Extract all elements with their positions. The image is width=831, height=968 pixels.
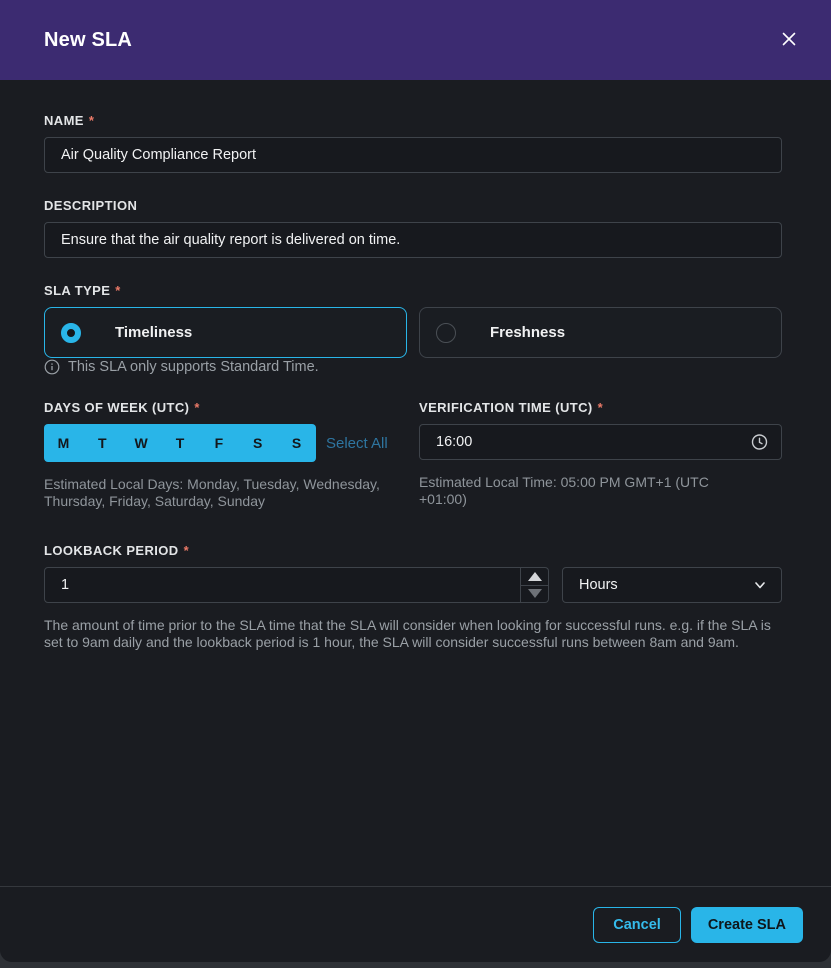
arrow-up-icon: [528, 572, 542, 581]
chevron-down-icon: [753, 578, 767, 592]
modal-header: New SLA: [0, 0, 831, 80]
modal-footer: Cancel Create SLA: [0, 886, 831, 962]
day-toggle-saturday[interactable]: S: [238, 424, 277, 462]
close-button[interactable]: [777, 28, 801, 52]
lookback-value-input[interactable]: [44, 567, 521, 603]
estimated-local-time-text: Estimated Local Time: 05:00 PM GMT+1 (UT…: [419, 474, 759, 508]
day-toggle-sunday[interactable]: S: [277, 424, 316, 462]
lookback-row: Hours: [44, 567, 782, 603]
name-label: NAME *: [44, 113, 782, 128]
sla-type-option-freshness[interactable]: Freshness: [419, 307, 782, 358]
lookback-unit-select[interactable]: Hours: [562, 567, 782, 603]
required-asterisk: *: [184, 543, 189, 558]
verification-time-wrap: [419, 424, 782, 460]
info-icon: [44, 359, 60, 375]
cancel-button[interactable]: Cancel: [593, 907, 681, 943]
radio-unselected-icon: [436, 323, 456, 343]
create-sla-button[interactable]: Create SLA: [691, 907, 803, 943]
new-sla-modal: New SLA NAME * DESCRIPTION SLA TYPE: [0, 0, 831, 962]
description-label: DESCRIPTION: [44, 198, 782, 213]
day-toggle-thursday[interactable]: T: [161, 424, 200, 462]
day-toggle-friday[interactable]: F: [199, 424, 238, 462]
lookback-field-group: LOOKBACK PERIOD * Hours: [44, 543, 782, 651]
sla-type-option-timeliness[interactable]: Timeliness: [44, 307, 407, 358]
day-toggle-wednesday[interactable]: W: [122, 424, 161, 462]
description-field-group: DESCRIPTION: [44, 198, 782, 258]
lookback-help-text: The amount of time prior to the SLA time…: [44, 617, 782, 651]
stepper-up-button[interactable]: [521, 568, 548, 586]
verification-time-label: VERIFICATION TIME (UTC) *: [419, 400, 782, 415]
description-input[interactable]: [44, 222, 782, 258]
lookback-unit-value: Hours: [579, 577, 618, 593]
days-of-week-label: DAYS OF WEEK (UTC) *: [44, 400, 407, 415]
required-asterisk: *: [598, 400, 603, 415]
day-toggle-tuesday[interactable]: T: [83, 424, 122, 462]
modal-title: New SLA: [44, 29, 132, 52]
select-all-button[interactable]: Select All: [326, 435, 388, 452]
sla-type-field-group: SLA TYPE * Timeliness Freshness: [44, 283, 782, 358]
arrow-down-icon: [528, 589, 542, 598]
verification-time-group: VERIFICATION TIME (UTC) * Estimated Loca…: [419, 400, 782, 510]
clock-icon[interactable]: [751, 434, 768, 451]
day-toggle-bar: M T W T F S S: [44, 424, 316, 462]
schedule-row: DAYS OF WEEK (UTC) * M T W T F S S Selec…: [44, 400, 782, 510]
days-of-week-group: DAYS OF WEEK (UTC) * M T W T F S S Selec…: [44, 400, 407, 510]
name-field-group: NAME *: [44, 113, 782, 173]
required-asterisk: *: [194, 400, 199, 415]
stepper-down-button[interactable]: [521, 586, 548, 603]
required-asterisk: *: [89, 113, 94, 128]
sla-type-label: SLA TYPE *: [44, 283, 782, 298]
sla-form: NAME * DESCRIPTION SLA TYPE * Timeliness: [0, 80, 831, 651]
radio-selected-icon: [61, 323, 81, 343]
name-input[interactable]: [44, 137, 782, 173]
days-row: M T W T F S S Select All: [44, 424, 407, 462]
close-icon: [781, 31, 797, 50]
verification-time-input[interactable]: [419, 424, 782, 460]
lookback-label: LOOKBACK PERIOD *: [44, 543, 782, 558]
sla-type-options: Timeliness Freshness: [44, 307, 782, 358]
estimated-local-days-text: Estimated Local Days: Monday, Tuesday, W…: [44, 476, 407, 510]
required-asterisk: *: [115, 283, 120, 298]
lookback-stepper: [521, 567, 549, 603]
standard-time-note: This SLA only supports Standard Time.: [44, 359, 782, 375]
day-toggle-monday[interactable]: M: [44, 424, 83, 462]
